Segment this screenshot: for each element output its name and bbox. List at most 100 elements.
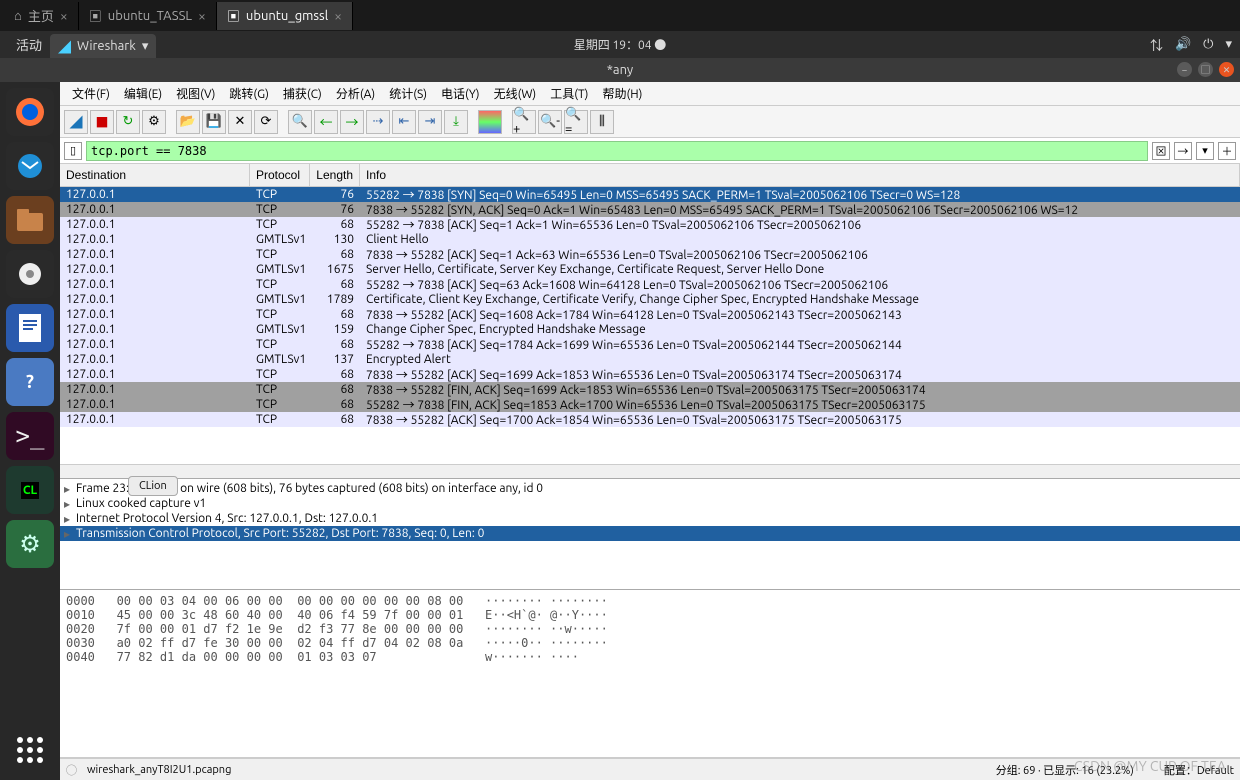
packet-bytes[interactable]: 0000 00 00 03 04 00 06 00 00 00 00 00 00… (60, 590, 1240, 758)
zoom-reset-button[interactable]: 🔍= (564, 110, 588, 134)
clion-popup[interactable]: CLion (128, 476, 178, 496)
packet-row[interactable]: 127.0.0.1TCP687838 → 55282 [ACK] Seq=170… (60, 412, 1240, 427)
display-filter-input[interactable] (86, 141, 1148, 161)
go-back-button[interactable]: ← (314, 110, 338, 134)
go-forward-button[interactable]: → (340, 110, 364, 134)
clear-filter-button[interactable]: ⊠ (1152, 142, 1170, 160)
menu-item[interactable]: 文件(F) (66, 83, 116, 104)
go-to-packet-button[interactable]: ⇢ (366, 110, 390, 134)
expand-icon[interactable]: ▸ (64, 497, 76, 511)
volume-icon[interactable]: 🔊 (1175, 37, 1191, 52)
horizontal-scrollbar[interactable] (60, 464, 1240, 478)
packet-row[interactable]: 127.0.0.1TCP767838 → 55282 [SYN, ACK] Se… (60, 202, 1240, 217)
packet-row[interactable]: 127.0.0.1GMTLSv11789Certificate, Client … (60, 292, 1240, 307)
menu-item[interactable]: 捕获(C) (277, 83, 328, 104)
detail-row[interactable]: ▸Internet Protocol Version 4, Src: 127.0… (60, 511, 1240, 526)
open-file-button[interactable]: 📂 (176, 110, 200, 134)
find-button[interactable]: 🔍 (288, 110, 312, 134)
zoom-in-button[interactable]: 🔍+ (512, 110, 536, 134)
menu-item[interactable]: 工具(T) (544, 83, 594, 104)
clion-icon[interactable]: CL (6, 466, 54, 514)
tab-close-icon[interactable]: × (334, 8, 342, 24)
reload-button[interactable]: ⟳ (254, 110, 278, 134)
menu-item[interactable]: 跳转(G) (223, 83, 275, 104)
menu-item[interactable]: 无线(W) (488, 83, 543, 104)
save-file-button[interactable]: 💾 (202, 110, 226, 134)
writer-icon[interactable] (6, 304, 54, 352)
packet-list[interactable]: Destination Protocol Length Info 127.0.0… (60, 164, 1240, 464)
firefox-icon[interactable] (6, 88, 54, 136)
packet-row[interactable]: 127.0.0.1TCP687838 → 55282 [ACK] Seq=160… (60, 307, 1240, 322)
go-last-button[interactable]: ⇥ (418, 110, 442, 134)
menu-item[interactable]: 电话(Y) (435, 83, 486, 104)
expand-icon[interactable]: ▸ (64, 482, 76, 496)
menu-item[interactable]: 分析(A) (330, 83, 381, 104)
expand-icon[interactable]: ▸ (64, 512, 76, 526)
browser-tab-bar: ⌂主页×▣ubuntu_TASSL×▣ubuntu_gmssl× (0, 0, 1240, 31)
detail-row[interactable]: ▸Frame 23: 76 bytes on wire (608 bits), … (60, 481, 1240, 496)
col-destination[interactable]: Destination (60, 164, 250, 186)
tab-close-icon[interactable]: × (198, 8, 206, 24)
menu-item[interactable]: 视图(V) (170, 83, 221, 104)
rhythmbox-icon[interactable] (6, 250, 54, 298)
capture-options-button[interactable]: ⚙ (142, 110, 166, 134)
activities-button[interactable]: 活动 (8, 35, 50, 54)
network-icon[interactable]: ⇅ (1150, 35, 1163, 54)
col-length[interactable]: Length (310, 164, 360, 186)
clock[interactable]: 星期四 19：04 ● (574, 36, 667, 53)
thunderbird-icon[interactable] (6, 142, 54, 190)
packet-row[interactable]: 127.0.0.1TCP6855282 → 7838 [ACK] Seq=63 … (60, 277, 1240, 292)
packet-row[interactable]: 127.0.0.1TCP6855282 → 7838 [ACK] Seq=1 A… (60, 217, 1240, 232)
maximize-button[interactable]: ▢ (1198, 62, 1213, 77)
menu-item[interactable]: 统计(S) (383, 83, 433, 104)
power-icon[interactable]: ⏻ (1203, 37, 1213, 52)
packet-row[interactable]: 127.0.0.1GMTLSv1159Change Cipher Spec, E… (60, 322, 1240, 337)
tab-close-icon[interactable]: × (60, 8, 68, 24)
app-menu[interactable]: ◢ Wireshark ▾ (50, 34, 156, 58)
packet-row[interactable]: 127.0.0.1GMTLSv1130Client Hello (60, 232, 1240, 247)
zoom-out-button[interactable]: 🔍- (538, 110, 562, 134)
detail-row[interactable]: ▸Transmission Control Protocol, Src Port… (60, 526, 1240, 541)
close-file-button[interactable]: ✕ (228, 110, 252, 134)
resize-columns-button[interactable]: ⫼ (590, 110, 614, 134)
packet-row[interactable]: 127.0.0.1GMTLSv11675Server Hello, Certif… (60, 262, 1240, 277)
profile-label[interactable]: 配置：Default (1164, 762, 1234, 778)
recent-filter-button[interactable]: ▾ (1196, 142, 1214, 160)
start-capture-button[interactable]: ◢ (64, 110, 88, 134)
wireshark-window: 文件(F)编辑(E)视图(V)跳转(G)捕获(C)分析(A)统计(S)电话(Y)… (60, 82, 1240, 780)
expert-info-icon[interactable]: ◯ (66, 762, 77, 778)
terminal-icon[interactable]: >_ (6, 412, 54, 460)
apply-filter-button[interactable]: → (1174, 142, 1192, 160)
close-button[interactable]: ✕ (1219, 62, 1234, 77)
packet-row[interactable]: 127.0.0.1GMTLSv1137Encrypted Alert (60, 352, 1240, 367)
chevron-down-icon[interactable]: ▾ (1225, 37, 1232, 52)
packet-row[interactable]: 127.0.0.1TCP687838 → 55282 [FIN, ACK] Se… (60, 382, 1240, 397)
autoscroll-button[interactable]: ⤓ (444, 110, 468, 134)
menu-item[interactable]: 编辑(E) (118, 83, 168, 104)
detail-row[interactable]: ▸Linux cooked capture v1 (60, 496, 1240, 511)
packet-row[interactable]: 127.0.0.1TCP687838 → 55282 [ACK] Seq=1 A… (60, 247, 1240, 262)
files-icon[interactable] (6, 196, 54, 244)
browser-tab[interactable]: ⌂主页× (4, 2, 79, 30)
packet-row[interactable]: 127.0.0.1TCP687838 → 55282 [ACK] Seq=169… (60, 367, 1240, 382)
packet-row[interactable]: 127.0.0.1TCP7655282 → 7838 [SYN] Seq=0 W… (60, 187, 1240, 202)
restart-capture-button[interactable]: ↻ (116, 110, 140, 134)
add-filter-button[interactable]: ＋ (1218, 142, 1236, 160)
expand-icon[interactable]: ▸ (64, 527, 76, 541)
minimize-button[interactable]: – (1177, 62, 1192, 77)
bookmark-filter-icon[interactable]: ▯ (64, 142, 82, 160)
packet-row[interactable]: 127.0.0.1TCP6855282 → 7838 [ACK] Seq=178… (60, 337, 1240, 352)
menu-item[interactable]: 帮助(H) (596, 83, 648, 104)
stop-capture-button[interactable]: ■ (90, 110, 114, 134)
browser-tab[interactable]: ▣ubuntu_gmssl× (217, 2, 353, 30)
help-icon[interactable]: ? (6, 358, 54, 406)
col-info[interactable]: Info (360, 164, 1240, 186)
colorize-button[interactable] (478, 110, 502, 134)
col-protocol[interactable]: Protocol (250, 164, 310, 186)
go-first-button[interactable]: ⇤ (392, 110, 416, 134)
packet-row[interactable]: 127.0.0.1TCP6855282 → 7838 [FIN, ACK] Se… (60, 397, 1240, 412)
browser-tab[interactable]: ▣ubuntu_TASSL× (79, 2, 217, 30)
show-apps-button[interactable] (6, 726, 54, 774)
packet-details[interactable]: ▸Frame 23: 76 bytes on wire (608 bits), … (60, 478, 1240, 590)
app-icon[interactable]: ⚙ (6, 520, 54, 568)
